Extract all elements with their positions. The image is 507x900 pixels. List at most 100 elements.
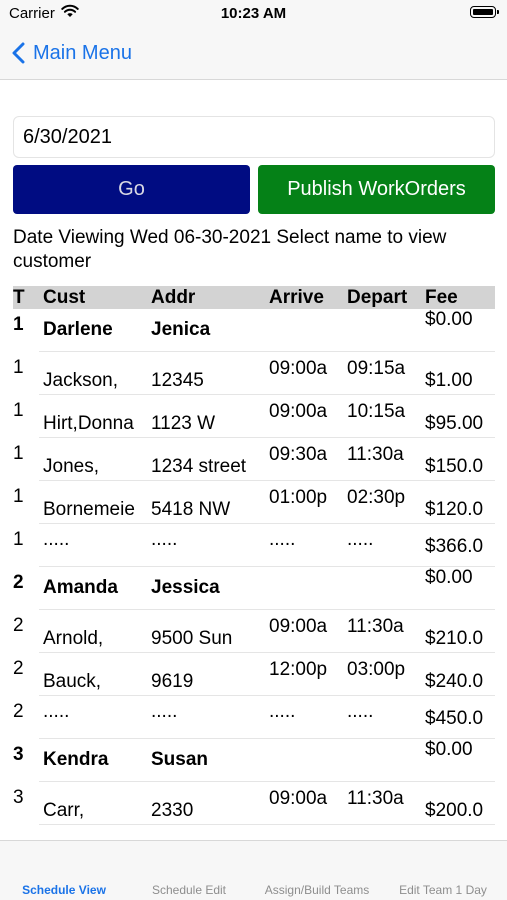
team-number-cell: 1 xyxy=(13,443,24,464)
team-number-cell: 2 xyxy=(13,658,24,679)
customer-name-cell: ..... xyxy=(43,701,70,722)
depart-time-cell: 11:30a xyxy=(347,616,404,637)
address-cell: Jenica xyxy=(151,319,211,340)
fee-cell: $1.00 xyxy=(425,370,473,391)
arrive-time-cell: ..... xyxy=(269,701,296,722)
status-bar: Carrier 10:23 AM xyxy=(0,0,507,30)
team-number-cell: 1 xyxy=(13,529,24,550)
team-number-cell: 3 xyxy=(13,787,24,808)
date-input[interactable]: 6/30/2021 xyxy=(13,116,495,158)
main-menu-back-button[interactable]: Main Menu xyxy=(12,38,132,68)
header-team: T xyxy=(13,287,25,308)
fee-cell: $0.00 xyxy=(425,739,473,760)
address-cell: 12345 xyxy=(151,370,204,391)
fee-cell: $150.0 xyxy=(425,456,484,477)
team-number-cell: 1 xyxy=(13,357,24,378)
tab-schedule-view[interactable]: Schedule View xyxy=(22,883,106,897)
team-header-row: 1 Darlene Jenica $0.00 xyxy=(13,309,495,352)
tab-assign-build-teams[interactable]: Assign/Build Teams xyxy=(265,883,370,897)
battery-icon xyxy=(470,6,499,18)
arrive-time-cell: 01:00p xyxy=(269,487,328,508)
address-cell: 2330 xyxy=(151,800,194,821)
row-divider xyxy=(39,824,495,825)
depart-time-cell: ..... xyxy=(347,701,374,722)
depart-time-cell: 11:30a xyxy=(347,788,404,809)
tab-bar: Schedule View Schedule Edit Assign/Build… xyxy=(0,840,507,900)
tab-schedule-edit[interactable]: Schedule Edit xyxy=(152,883,226,897)
fee-cell: $366.0 xyxy=(425,536,484,557)
fee-cell: $95.00 xyxy=(425,413,484,434)
team-total-row: 2.................... $450.0 xyxy=(13,696,495,739)
header-arrive: Arrive xyxy=(269,287,324,308)
address-cell: ..... xyxy=(151,701,178,722)
customer-name-cell: Kendra xyxy=(43,749,109,770)
arrive-time-cell: 09:00a xyxy=(269,616,328,637)
go-button[interactable]: Go xyxy=(13,165,250,214)
customer-name-cell[interactable]: Carr, xyxy=(43,800,149,822)
depart-time-cell: 11:30a xyxy=(347,444,404,465)
customer-name-cell[interactable]: Hirt,Donna xyxy=(43,413,149,435)
customer-name-cell[interactable]: Jackson, xyxy=(43,370,149,392)
address-cell: 9500 Sun xyxy=(151,628,233,649)
customer-name-cell[interactable]: Bornemeie xyxy=(43,499,149,521)
arrive-time-cell: 09:00a xyxy=(269,788,328,809)
customer-name-cell: Darlene xyxy=(43,319,113,340)
address-cell: Susan xyxy=(151,749,209,770)
table-row[interactable]: 1 Bornemeie 5418 NW 01:00p 02:30p $120.0 xyxy=(13,481,495,524)
team-number-cell: 1 xyxy=(13,314,24,335)
team-header-row: 3 Kendra Susan $0.00 xyxy=(13,739,495,782)
header-addr: Addr xyxy=(151,287,196,308)
table-row[interactable]: 1 Jackson, 12345 09:00a 09:15a $1.00 xyxy=(13,352,495,395)
team-number-cell: 2 xyxy=(13,572,24,593)
team-total-row: 1.................... $366.0 xyxy=(13,524,495,567)
fee-cell: $120.0 xyxy=(425,499,484,520)
tab-edit-team-1-day[interactable]: Edit Team 1 Day xyxy=(399,883,487,897)
fee-cell: $450.0 xyxy=(425,708,484,729)
arrive-time-cell: 09:30a xyxy=(269,444,328,465)
header-fee: Fee xyxy=(425,287,458,308)
customer-name-cell[interactable]: Jones, xyxy=(43,456,149,478)
table-row[interactable]: 1 Jones, 1234 street 09:30a 11:30a $150.0 xyxy=(13,438,495,481)
table-row[interactable]: 2 Arnold, 9500 Sun 09:00a 11:30a $210.0 xyxy=(13,610,495,653)
navigation-bar: Main Menu xyxy=(0,30,507,80)
team-header-row: 2 Amanda Jessica $0.00 xyxy=(13,567,495,610)
address-cell: 9619 xyxy=(151,671,194,692)
arrive-time-cell: 09:00a xyxy=(269,401,328,422)
fee-cell: $0.00 xyxy=(425,567,473,588)
fee-cell: $210.0 xyxy=(425,628,484,649)
table-header: T Cust Addr Arrive Depart Fee xyxy=(13,286,495,309)
header-depart: Depart xyxy=(347,287,408,308)
table-row[interactable]: 1 Hirt,Donna 1123 W 09:00a 10:15a $95.00 xyxy=(13,395,495,438)
customer-name-cell[interactable]: Bauck, xyxy=(43,671,149,693)
team-number-cell: 1 xyxy=(13,486,24,507)
customer-name-cell: Amanda xyxy=(43,577,118,598)
publish-workorders-button[interactable]: Publish WorkOrders xyxy=(258,165,495,214)
table-row[interactable]: 3 Carr, 2330 09:00a 11:30a $200.0 xyxy=(13,782,495,825)
team-number-cell: 1 xyxy=(13,400,24,421)
address-cell: 1234 street xyxy=(151,456,247,477)
arrive-time-cell: 12:00p xyxy=(269,659,328,680)
depart-time-cell: ..... xyxy=(347,529,374,550)
header-cust: Cust xyxy=(43,287,86,308)
address-cell: 5418 NW xyxy=(151,499,231,520)
team-number-cell: 2 xyxy=(13,615,24,636)
customer-name-cell[interactable]: Arnold, xyxy=(43,628,149,650)
depart-time-cell: 02:30p xyxy=(347,487,406,508)
address-cell: Jessica xyxy=(151,577,220,598)
fee-cell: $240.0 xyxy=(425,671,484,692)
arrive-time-cell: 09:00a xyxy=(269,358,328,379)
fee-cell: $0.00 xyxy=(425,309,473,330)
fee-cell: $200.0 xyxy=(425,800,484,821)
customer-name-cell: ..... xyxy=(43,529,70,550)
depart-time-cell: 03:00p xyxy=(347,659,406,680)
depart-time-cell: 10:15a xyxy=(347,401,406,422)
team-number-cell: 3 xyxy=(13,744,24,765)
arrive-time-cell: ..... xyxy=(269,529,296,550)
schedule-table: T Cust Addr Arrive Depart Fee 1 Darlene Je… xyxy=(13,286,495,825)
clock-time: 10:23 AM xyxy=(220,5,287,22)
table-row[interactable]: 2 Bauck, 9619 12:00p 03:00p $240.0 xyxy=(13,653,495,696)
chevron-left-icon xyxy=(12,42,25,64)
depart-time-cell: 09:15a xyxy=(347,358,406,379)
back-button-label: Main Menu xyxy=(33,41,132,64)
address-cell: ..... xyxy=(151,529,178,550)
